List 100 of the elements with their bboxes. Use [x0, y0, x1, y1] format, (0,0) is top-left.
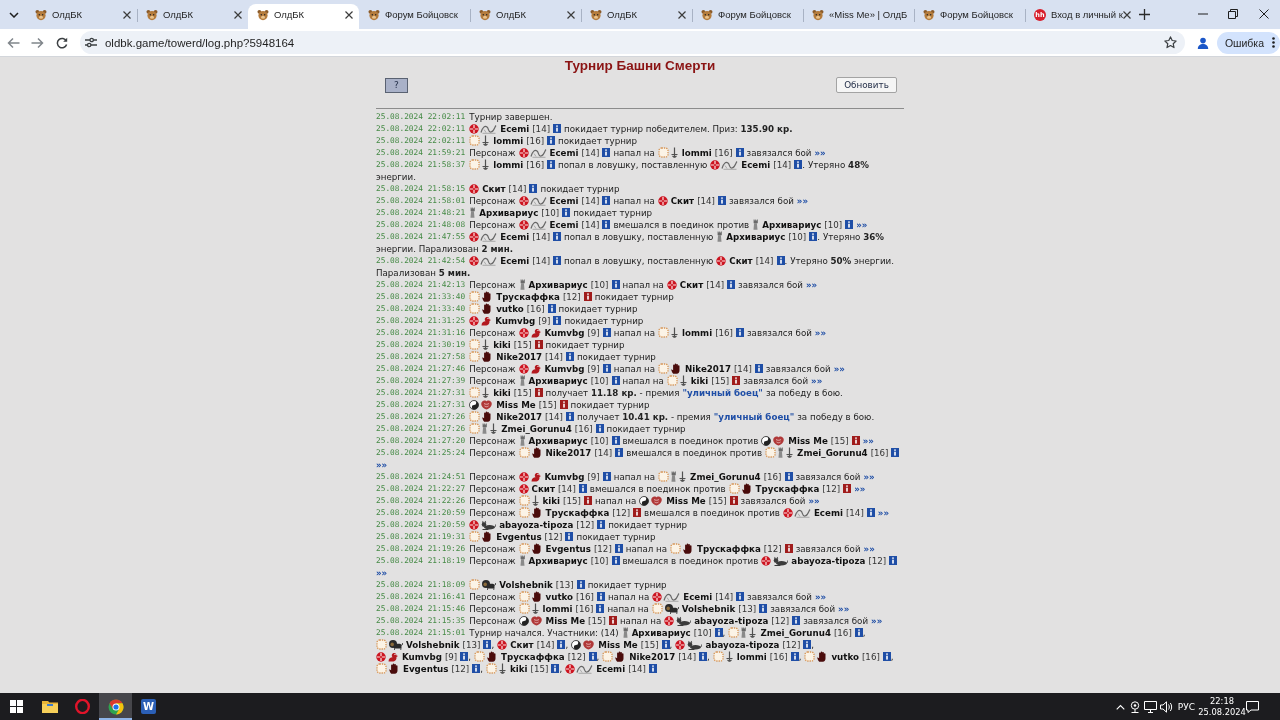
info-icon[interactable] — [483, 640, 492, 649]
info-icon[interactable] — [851, 436, 860, 445]
info-icon[interactable] — [792, 616, 801, 625]
battle-log-link[interactable]: »» — [811, 375, 823, 387]
info-icon[interactable] — [776, 256, 785, 265]
info-icon[interactable] — [547, 160, 556, 169]
info-icon[interactable] — [633, 508, 642, 517]
info-icon[interactable] — [889, 556, 898, 565]
bookmark-star-icon[interactable] — [1163, 36, 1177, 49]
browser-tab[interactable]: Форум Бойцовск — [692, 4, 803, 29]
info-icon[interactable] — [727, 280, 736, 289]
info-icon[interactable] — [759, 604, 768, 613]
info-icon[interactable] — [866, 508, 875, 517]
info-icon[interactable] — [553, 256, 562, 265]
info-icon[interactable] — [553, 232, 562, 241]
battle-log-link[interactable]: »» — [808, 495, 820, 507]
info-icon[interactable] — [565, 532, 574, 541]
clock[interactable]: 22:18 25.08.2024 — [1199, 695, 1245, 718]
info-icon[interactable] — [602, 364, 611, 373]
info-icon[interactable] — [649, 664, 657, 673]
info-icon[interactable] — [529, 184, 538, 193]
info-icon[interactable] — [803, 640, 812, 649]
input-language[interactable]: РУС — [1177, 701, 1195, 712]
taskbar-button[interactable]: W — [132, 693, 165, 720]
battle-log-link[interactable]: »» — [871, 615, 883, 627]
chevron-up-icon[interactable] — [1115, 703, 1125, 710]
browser-tab[interactable]: Форум Бойцовск — [914, 4, 1025, 29]
battle-log-link[interactable]: »» — [376, 567, 388, 579]
notification-icon[interactable] — [1246, 700, 1259, 713]
info-icon[interactable] — [559, 400, 568, 409]
info-icon[interactable] — [578, 484, 587, 493]
battle-log-link[interactable]: »» — [838, 603, 850, 615]
info-icon[interactable] — [611, 280, 620, 289]
refresh-button[interactable]: Обновить — [836, 77, 897, 93]
battle-log-link[interactable]: »» — [814, 327, 827, 339]
taskbar-button[interactable] — [99, 693, 132, 720]
close-icon[interactable] — [678, 10, 686, 19]
browser-tab[interactable]: ОлдБК — [470, 4, 581, 29]
battle-log-link[interactable]: »» — [833, 363, 845, 375]
info-icon[interactable] — [735, 328, 744, 337]
info-icon[interactable] — [661, 640, 670, 649]
info-icon[interactable] — [565, 352, 574, 361]
info-icon[interactable] — [602, 196, 611, 205]
battle-log-link[interactable]: »» — [862, 435, 874, 447]
info-icon[interactable] — [608, 616, 617, 625]
info-icon[interactable] — [562, 208, 571, 217]
info-icon[interactable] — [611, 376, 620, 385]
info-icon[interactable] — [557, 640, 566, 649]
browser-tab[interactable]: ОлдБК — [248, 4, 359, 29]
info-icon[interactable] — [809, 232, 818, 241]
info-icon[interactable] — [614, 544, 623, 553]
info-icon[interactable] — [732, 376, 741, 385]
speaker-icon[interactable] — [1159, 700, 1173, 713]
info-icon[interactable] — [553, 316, 562, 325]
info-icon[interactable] — [611, 556, 620, 565]
info-icon[interactable] — [602, 328, 611, 337]
close-icon[interactable] — [123, 10, 131, 19]
info-icon[interactable] — [714, 628, 723, 637]
info-icon[interactable] — [794, 160, 803, 169]
info-icon[interactable] — [784, 472, 793, 481]
info-icon[interactable] — [583, 496, 592, 505]
battle-log-link[interactable]: »» — [376, 459, 388, 471]
info-icon[interactable] — [553, 124, 562, 133]
battle-log-link[interactable]: »» — [814, 591, 827, 603]
info-icon[interactable] — [595, 424, 604, 433]
close-icon[interactable] — [345, 10, 353, 19]
site-settings-icon[interactable] — [84, 37, 97, 48]
info-icon[interactable] — [472, 664, 481, 673]
info-icon[interactable] — [596, 592, 605, 601]
close-icon[interactable] — [234, 10, 242, 19]
browser-tab[interactable]: ОлдБК — [581, 4, 692, 29]
info-icon[interactable] — [843, 484, 852, 493]
close-icon[interactable] — [567, 10, 575, 19]
browser-tab[interactable]: ОлдБК — [137, 4, 248, 29]
info-icon[interactable] — [602, 220, 611, 229]
info-icon[interactable] — [845, 220, 854, 229]
browser-tab[interactable]: «Miss Me» | ОлдБ — [803, 4, 914, 29]
info-icon[interactable] — [547, 304, 556, 313]
close-icon[interactable] — [1122, 10, 1131, 19]
info-icon[interactable] — [717, 196, 726, 205]
info-icon[interactable] — [882, 652, 891, 661]
new-tab-icon[interactable] — [1139, 9, 1150, 20]
info-icon[interactable] — [854, 628, 863, 637]
info-icon[interactable] — [790, 652, 799, 661]
info-icon[interactable] — [602, 472, 611, 481]
info-icon[interactable] — [534, 340, 543, 349]
info-icon[interactable] — [596, 604, 605, 613]
info-icon[interactable] — [588, 652, 597, 661]
info-icon[interactable] — [597, 520, 606, 529]
battle-log-link[interactable]: »» — [877, 507, 889, 519]
profile-error-button[interactable]: Ошибка — [1216, 31, 1280, 54]
info-icon[interactable] — [551, 664, 560, 673]
info-icon[interactable] — [576, 580, 585, 589]
info-icon[interactable] — [602, 148, 611, 157]
info-icon[interactable] — [784, 544, 793, 553]
webcam-icon[interactable] — [1128, 700, 1141, 713]
info-icon[interactable] — [547, 136, 556, 145]
info-icon[interactable] — [583, 292, 592, 301]
info-icon[interactable] — [729, 496, 738, 505]
info-icon[interactable] — [615, 448, 624, 457]
